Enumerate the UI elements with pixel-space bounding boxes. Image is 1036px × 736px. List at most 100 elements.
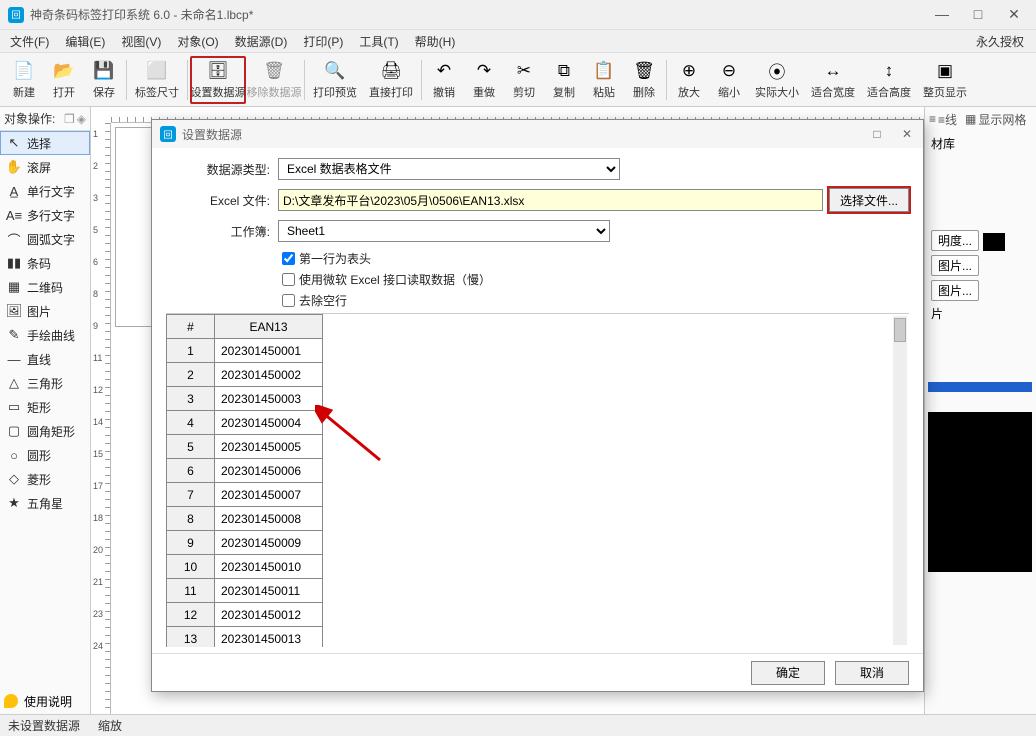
open-icon: 📂 — [53, 60, 75, 82]
first-row-header-checkbox[interactable]: 第一行为表头 — [282, 250, 909, 267]
tool-15[interactable]: ★五角星 — [0, 491, 90, 515]
table-row[interactable]: 9202301450009 — [167, 531, 323, 555]
tool-4[interactable]: ⌒圆弧文字 — [0, 227, 90, 251]
tool-8[interactable]: ✎手绘曲线 — [0, 323, 90, 347]
remove-empty-rows-checkbox[interactable]: 去除空行 — [282, 292, 909, 309]
table-row[interactable]: 2202301450002 — [167, 363, 323, 387]
toolbar-remds-button[interactable]: 🗑移除数据源 — [246, 56, 302, 104]
image-button-1[interactable]: 图片... — [931, 255, 979, 276]
toolbar-zoomin-button[interactable]: ⊕放大 — [669, 56, 709, 104]
toolbar-actual-button[interactable]: ⦿实际大小 — [749, 56, 805, 104]
table-row[interactable]: 13202301450013 — [167, 627, 323, 648]
tool-6[interactable]: ▦二维码 — [0, 275, 90, 299]
layer-icon[interactable]: ❒ — [64, 112, 75, 126]
remds-label: 移除数据源 — [247, 84, 302, 100]
table-row[interactable]: 7202301450007 — [167, 483, 323, 507]
tool-3[interactable]: A≡多行文字 — [0, 203, 90, 227]
excel-file-input[interactable] — [278, 189, 823, 211]
tool-7[interactable]: 🖼图片 — [0, 299, 90, 323]
ruler-tick: 12 — [93, 385, 103, 395]
table-row[interactable]: 4202301450004 — [167, 411, 323, 435]
tool-4-label: 圆弧文字 — [27, 231, 75, 248]
toolbar-copy-button[interactable]: ⧉复制 — [544, 56, 584, 104]
dialog-maximize-button[interactable]: □ — [869, 127, 885, 141]
toolbar-delete-button[interactable]: 🗑 删除 — [624, 56, 664, 104]
tool-13[interactable]: ○圆形 — [0, 443, 90, 467]
table-row[interactable]: 11202301450011 — [167, 579, 323, 603]
toolbar-cut-button[interactable]: ✂剪切 — [504, 56, 544, 104]
tool-11-icon: ▭ — [5, 399, 23, 415]
tool-7-label: 图片 — [27, 303, 51, 320]
table-scrollbar[interactable] — [893, 316, 907, 645]
menu-0[interactable]: 文件(F) — [6, 31, 53, 52]
menu-2[interactable]: 视图(V) — [117, 31, 165, 52]
toolbar-fith-button[interactable]: ↕适合高度 — [861, 56, 917, 104]
scrollbar-thumb[interactable] — [894, 318, 906, 342]
app-icon: 回 — [8, 7, 24, 23]
material-library-label: 材库 — [931, 135, 1030, 152]
toolbar-print-button[interactable]: 🖨直接打印 — [363, 56, 419, 104]
toolbar-save-button[interactable]: 💾保存 — [84, 56, 124, 104]
toolbar-zoomout-button[interactable]: ⊖缩小 — [709, 56, 749, 104]
tool-14[interactable]: ◇菱形 — [0, 467, 90, 491]
menu-1[interactable]: 编辑(E) — [61, 31, 109, 52]
window-close-button[interactable]: ✕ — [1004, 6, 1024, 23]
table-row[interactable]: 10202301450010 — [167, 555, 323, 579]
row-index: 4 — [167, 411, 215, 435]
color-swatch[interactable] — [983, 233, 1005, 251]
toolbar-setds-button[interactable]: 🗄设置数据源 — [190, 56, 246, 104]
tool-2[interactable]: A̲单行文字 — [0, 179, 90, 203]
ok-button[interactable]: 确定 — [751, 661, 825, 685]
toolbar-open-button[interactable]: 📂打开 — [44, 56, 84, 104]
toolbar-paste-button[interactable]: 📋粘贴 — [584, 56, 624, 104]
col-value-header[interactable]: EAN13 — [215, 315, 323, 339]
tool-0[interactable]: ↖选择 — [0, 131, 90, 155]
table-row[interactable]: 1202301450001 — [167, 339, 323, 363]
dialog-close-button[interactable]: ✕ — [899, 127, 915, 141]
help-button[interactable]: 使用说明 — [0, 688, 90, 714]
toolbar-preview-button[interactable]: 🔍打印预览 — [307, 56, 363, 104]
gridline-toggle[interactable]: ≡≡线 — [929, 111, 957, 128]
tool-10[interactable]: △三角形 — [0, 371, 90, 395]
use-ms-excel-checkbox[interactable]: 使用微软 Excel 接口读取数据（慢） — [282, 271, 909, 288]
ruler-tick: 2 — [93, 161, 98, 171]
table-row[interactable]: 12202301450012 — [167, 603, 323, 627]
ds-type-select[interactable]: Excel 数据表格文件 — [278, 158, 620, 180]
menu-7[interactable]: 帮助(H) — [411, 31, 460, 52]
image-button-2[interactable]: 图片... — [931, 280, 979, 301]
toolbar-labelsize-button[interactable]: ⬜标签尺寸 — [129, 56, 185, 104]
menu-6[interactable]: 工具(T) — [355, 31, 402, 52]
table-row[interactable]: 6202301450006 — [167, 459, 323, 483]
sheet-select[interactable]: Sheet1 — [278, 220, 610, 242]
choose-file-button[interactable]: 选择文件... — [829, 188, 909, 212]
window-titlebar: 回 神奇条码标签打印系统 6.0 - 未命名1.lbcp* — □ ✕ — [0, 0, 1036, 30]
tool-5[interactable]: ▮▮条码 — [0, 251, 90, 275]
table-row[interactable]: 5202301450005 — [167, 435, 323, 459]
toolbar-fitpage-button[interactable]: ▣整页显示 — [917, 56, 973, 104]
tool-1[interactable]: ✋滚屏 — [0, 155, 90, 179]
col-index-header[interactable]: # — [167, 315, 215, 339]
fith-icon: ↕ — [878, 60, 900, 82]
table-row[interactable]: 3202301450003 — [167, 387, 323, 411]
cancel-button[interactable]: 取消 — [835, 661, 909, 685]
tool-11[interactable]: ▭矩形 — [0, 395, 90, 419]
delete-icon: 🗑 — [633, 60, 655, 82]
table-row[interactable]: 8202301450008 — [167, 507, 323, 531]
toolbar-new-button[interactable]: 📄新建 — [4, 56, 44, 104]
toolbar-redo-button[interactable]: ↷重做 — [464, 56, 504, 104]
delete-label: 删除 — [633, 84, 655, 100]
menu-5[interactable]: 打印(P) — [299, 31, 347, 52]
object-tool-panel: 对象操作: ❒◈ ↖选择✋滚屏A̲单行文字A≡多行文字⌒圆弧文字▮▮条码▦二维码… — [0, 107, 91, 714]
show-grid-toggle[interactable]: ▦显示网格 — [965, 111, 1026, 128]
layer-icon-2[interactable]: ◈ — [77, 112, 86, 126]
brightness-button[interactable]: 明度... — [931, 230, 979, 251]
toolbar-fitw-button[interactable]: ↔适合宽度 — [805, 56, 861, 104]
toolbar-undo-button[interactable]: ↶撤销 — [424, 56, 464, 104]
menu-4[interactable]: 数据源(D) — [231, 31, 292, 52]
tool-12[interactable]: ▢圆角矩形 — [0, 419, 90, 443]
menu-3[interactable]: 对象(O) — [173, 31, 222, 52]
ruler-tick: 23 — [93, 609, 103, 619]
tool-9[interactable]: —直线 — [0, 347, 90, 371]
window-maximize-button[interactable]: □ — [968, 6, 988, 23]
window-minimize-button[interactable]: — — [932, 6, 952, 23]
